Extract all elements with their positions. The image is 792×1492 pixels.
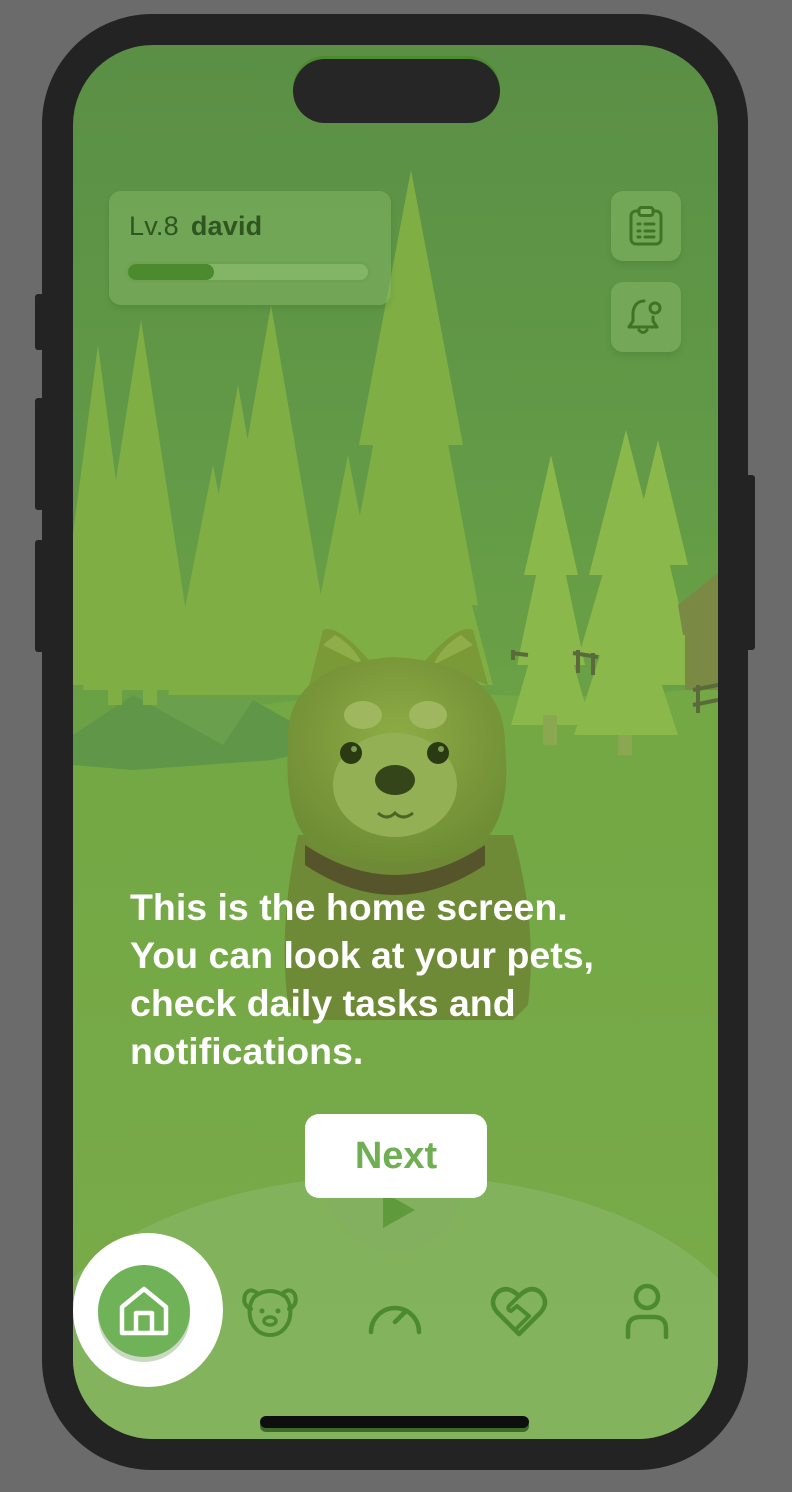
volume-up-button: [35, 398, 44, 510]
dog-face-icon: [242, 1288, 298, 1337]
power-button: [746, 475, 755, 650]
volume-down-button: [35, 540, 44, 652]
bell-icon: [627, 299, 662, 334]
home-indicator[interactable]: [260, 1416, 529, 1428]
tutorial-line: You can look at your pets,: [130, 934, 594, 976]
tutorial-message: This is the home screen. You can look at…: [130, 883, 670, 1075]
tutorial-line: notifications.: [130, 1030, 364, 1072]
daily-tasks-button[interactable]: [611, 191, 681, 261]
player-level-card[interactable]: Lv.8 david: [109, 191, 391, 305]
nav-home[interactable]: [98, 1265, 190, 1357]
heart-handshake-icon: [490, 1286, 548, 1337]
xp-progress-fill: [128, 264, 215, 280]
tutorial-line: check daily tasks and: [130, 982, 516, 1024]
xp-progress-bar: [125, 261, 371, 283]
level-label: Lv.8: [129, 211, 179, 241]
speedometer-icon: [368, 1305, 422, 1335]
notifications-button[interactable]: [611, 282, 681, 352]
dynamic-island: [293, 59, 500, 123]
user-icon: [625, 1283, 669, 1339]
nav-care[interactable]: [487, 1281, 551, 1341]
username: david: [190, 211, 263, 241]
next-button[interactable]: Next: [305, 1114, 487, 1198]
level-info: Lv.8 david: [129, 211, 262, 242]
clipboard-icon: [629, 206, 663, 246]
nav-stats[interactable]: [363, 1283, 427, 1343]
nav-pets[interactable]: [238, 1280, 302, 1340]
nav-profile[interactable]: [615, 1281, 679, 1341]
tutorial-line: This is the home screen.: [130, 886, 568, 928]
home-icon: [119, 1286, 169, 1336]
app-screen: Lv.8 david This is the home screen. You …: [73, 45, 718, 1439]
mute-switch: [35, 294, 44, 350]
